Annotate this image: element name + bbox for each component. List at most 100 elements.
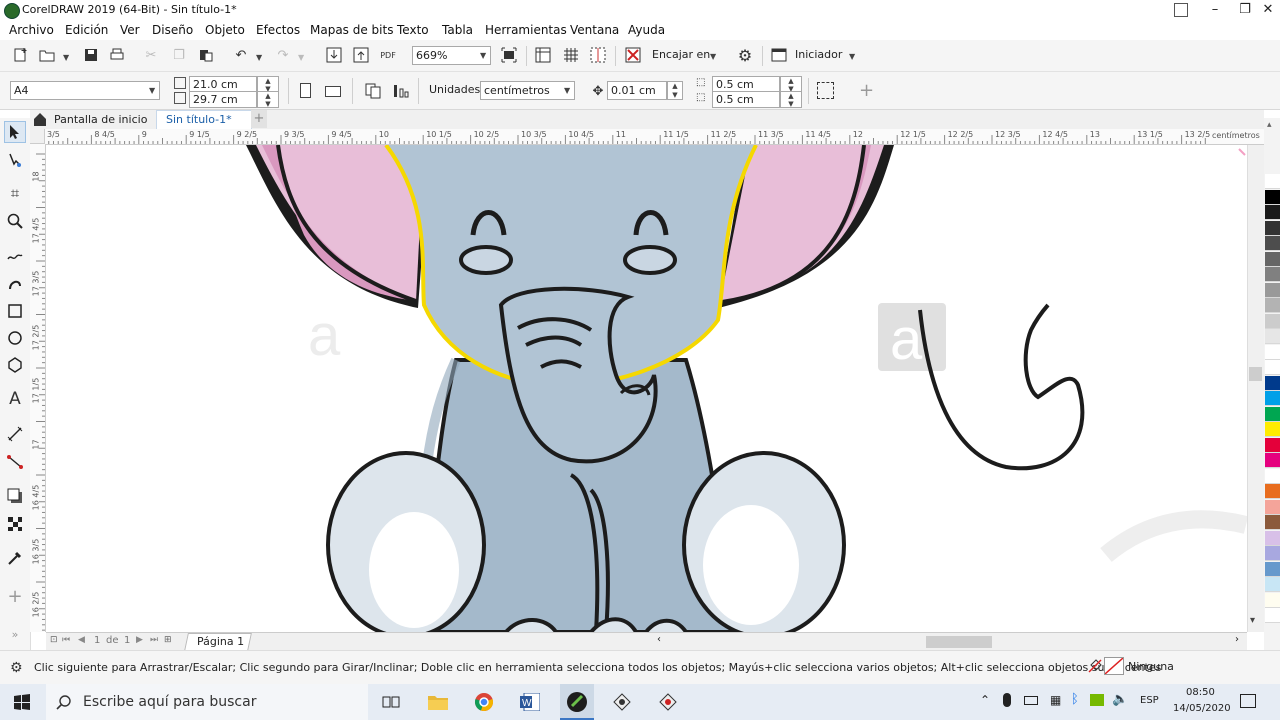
show-guidelines-icon[interactable]	[589, 46, 607, 64]
ruler-origin[interactable]	[30, 129, 45, 144]
clock-time[interactable]: 08:50	[1186, 687, 1215, 698]
import-icon[interactable]	[325, 46, 343, 64]
palette-swatch[interactable]	[1265, 251, 1280, 267]
palette-swatch[interactable]	[1265, 592, 1280, 608]
menu-mapas-de-bits[interactable]: Mapas de bits	[310, 23, 393, 37]
network-icon[interactable]: ▦	[1050, 693, 1061, 707]
launcher-label[interactable]: Iniciador	[795, 48, 842, 61]
palette-swatch[interactable]	[1265, 344, 1280, 360]
palette-swatch[interactable]	[1265, 329, 1280, 344]
text-tool-icon[interactable]: A	[4, 388, 26, 410]
menu-diseno[interactable]: Diseño	[152, 23, 193, 37]
transparency-tool-icon[interactable]	[4, 513, 26, 535]
menu-objeto[interactable]: Objeto	[205, 23, 245, 37]
menu-ventana[interactable]: Ventana	[570, 23, 619, 37]
landscape-icon[interactable]	[325, 86, 341, 97]
corel-photo-paint-icon[interactable]	[654, 688, 682, 716]
new-document-icon[interactable]	[12, 46, 30, 64]
cut-icon[interactable]: ✂	[142, 46, 160, 64]
clock-date[interactable]: 14/05/2020	[1173, 703, 1231, 714]
nudge-spinner[interactable]: ▲ ▼	[667, 81, 683, 100]
snap-to-icon[interactable]	[624, 46, 642, 64]
page-height-field[interactable]: 29.7 cm	[189, 91, 257, 108]
pick-tool-icon[interactable]	[4, 121, 26, 143]
parallel-dimension-tool-icon[interactable]	[4, 423, 26, 445]
palette-swatch[interactable]	[1265, 561, 1280, 577]
palette-swatch[interactable]	[1265, 515, 1280, 530]
scroll-left-icon[interactable]: ‹	[657, 634, 661, 645]
page-border-icon[interactable]	[817, 82, 834, 99]
vertical-scroll-thumb[interactable]	[1249, 367, 1262, 381]
zoom-tool-icon[interactable]	[4, 210, 26, 232]
menu-ayuda[interactable]: Ayuda	[628, 23, 665, 37]
scroll-down-icon[interactable]: ▾	[1250, 615, 1255, 626]
drop-shadow-tool-icon[interactable]	[4, 485, 26, 507]
horizontal-scroll-thumb[interactable]	[926, 636, 992, 648]
undo-icon[interactable]: ↶	[232, 46, 250, 64]
go-next-icon[interactable]: ▶	[136, 635, 143, 645]
add-page-icon[interactable]: ⊞	[164, 635, 172, 645]
palette-swatch[interactable]	[1265, 313, 1280, 329]
minimize-button[interactable]: –	[1200, 0, 1230, 20]
rectangle-tool-icon[interactable]	[4, 300, 26, 322]
snap-to-label[interactable]: Encajar en	[652, 48, 710, 61]
palette-swatch[interactable]	[1265, 437, 1280, 453]
show-rulers-icon[interactable]	[534, 46, 552, 64]
go-first-icon[interactable]: ⏮	[62, 635, 70, 645]
palette-swatch[interactable]	[1265, 360, 1280, 375]
menu-ver[interactable]: Ver	[120, 23, 140, 37]
palette-swatch[interactable]	[1265, 422, 1280, 437]
zoom-dropdown-icon[interactable]: ▼	[480, 51, 486, 60]
menu-edicion[interactable]: Edición	[65, 23, 108, 37]
palette-swatch[interactable]	[1265, 267, 1280, 282]
page-size-dropdown-icon[interactable]: ▼	[149, 86, 155, 95]
launcher-dropdown-icon[interactable]: ▼	[849, 52, 855, 61]
scroll-right-icon[interactable]: ›	[1235, 634, 1239, 645]
tab-home[interactable]: Pantalla de inicio	[54, 113, 147, 126]
coreldraw-taskbar-icon[interactable]	[563, 688, 591, 716]
menu-herramientas[interactable]: Herramientas	[485, 23, 567, 37]
palette-swatch[interactable]	[1265, 546, 1280, 561]
close-button[interactable]: ✕	[1256, 0, 1280, 20]
full-screen-icon[interactable]	[500, 46, 518, 64]
save-icon[interactable]	[82, 46, 100, 64]
help-icon[interactable]	[1174, 3, 1188, 17]
artistic-media-tool-icon[interactable]	[4, 272, 26, 294]
status-settings-icon[interactable]: ⚙	[10, 660, 23, 676]
palette-swatch[interactable]	[1265, 236, 1280, 251]
chrome-icon[interactable]	[470, 688, 498, 716]
palette-swatch[interactable]	[1265, 453, 1280, 468]
palette-swatch[interactable]	[1265, 499, 1280, 515]
palette-swatch[interactable]	[1265, 391, 1280, 406]
vertical-scrollbar[interactable]: ▾	[1247, 145, 1264, 632]
show-grid-icon[interactable]	[562, 46, 580, 64]
menu-efectos[interactable]: Efectos	[256, 23, 300, 37]
vertical-ruler[interactable]: 18 17 4/5 17 3/5 17 2/5 17 1/5 17 16 4/5 16 3/5…	[30, 144, 46, 632]
palette-swatch[interactable]	[1265, 406, 1280, 422]
go-last-icon[interactable]: ⏭	[150, 635, 158, 645]
palette-swatch[interactable]	[1265, 174, 1280, 189]
duplicate-y-spinner[interactable]: ▲ ▼	[780, 91, 802, 108]
connector-tool-icon[interactable]	[4, 451, 26, 473]
current-page-number[interactable]: 1	[94, 635, 100, 646]
page-tab-label[interactable]: Página 1	[197, 635, 244, 648]
palette-swatch[interactable]	[1265, 608, 1280, 623]
show-hidden-icons-icon[interactable]: ⌃	[980, 693, 990, 707]
export-icon[interactable]	[352, 46, 370, 64]
go-prev-icon[interactable]: ◀	[78, 635, 85, 645]
portrait-icon[interactable]	[300, 83, 311, 98]
new-tab-button[interactable]: +	[251, 110, 267, 128]
publish-pdf-icon[interactable]: PDF	[379, 46, 397, 64]
redo-dropdown-icon[interactable]: ▼	[298, 53, 304, 62]
polygon-tool-icon[interactable]	[4, 354, 26, 376]
current-page-icon[interactable]	[392, 82, 410, 100]
open-dropdown-icon[interactable]: ▼	[63, 53, 69, 62]
menu-archivo[interactable]: Archivo	[9, 23, 54, 37]
fill-none-swatch[interactable]	[1104, 657, 1124, 675]
bluetooth-icon[interactable]: ᛒ	[1071, 692, 1079, 707]
duplicate-y-field[interactable]: 0.5 cm	[712, 91, 780, 108]
first-page-icon[interactable]: ⊡	[50, 635, 58, 645]
toolbox-expand-icon[interactable]: »	[4, 623, 26, 645]
palette-scroll-up-icon[interactable]: ▴	[1267, 120, 1272, 130]
palette-swatch[interactable]	[1265, 220, 1280, 236]
